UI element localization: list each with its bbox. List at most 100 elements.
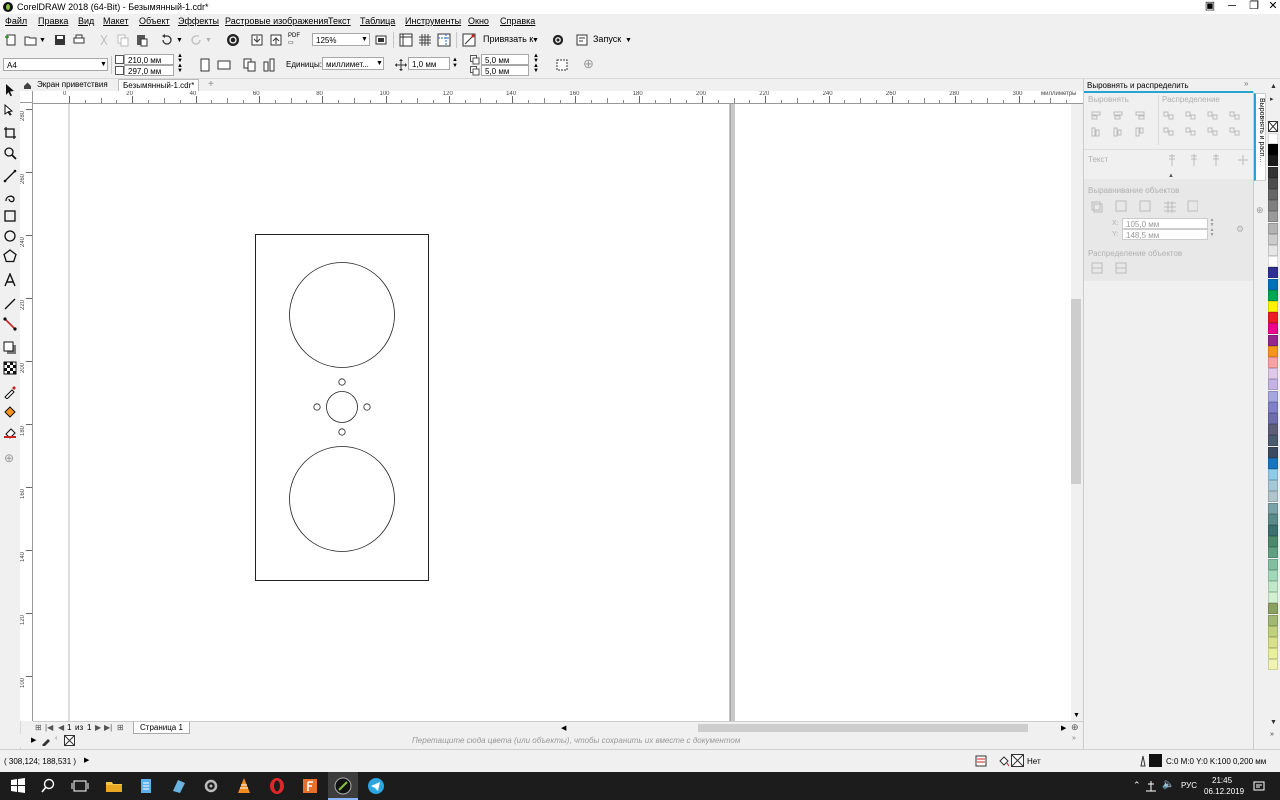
vertical-ruler[interactable]: 280 260 240 220 200 180 160 140 120 100 (20, 103, 33, 721)
current-page-icon[interactable] (262, 58, 276, 72)
palette-swatch[interactable] (1268, 525, 1278, 536)
show-guidelines-icon[interactable] (437, 33, 451, 47)
add-page-after-icon[interactable]: ⊞ (117, 723, 124, 732)
palette-swatch[interactable] (1268, 390, 1278, 402)
align-buttons[interactable] (1090, 109, 1150, 141)
align-to-buttons[interactable] (1090, 200, 1198, 214)
shape-tool-icon[interactable] (3, 103, 17, 117)
palette-swatch[interactable] (1268, 323, 1278, 335)
drop-shadow-tool-icon[interactable] (3, 341, 17, 355)
add-tool-icon[interactable]: ⊕ (4, 451, 14, 465)
menu-help[interactable]: Справка (500, 15, 535, 27)
redo-dropdown-icon[interactable]: ▼ (205, 37, 212, 44)
palette-menu-icon[interactable]: ▸ (1270, 95, 1274, 103)
color-proof-icon[interactable] (975, 755, 987, 767)
palette-swatch[interactable] (1268, 245, 1278, 256)
duplicate-spinner[interactable]: ▲ ▼ ▲ ▼ (530, 53, 542, 76)
tray-chevron-icon[interactable]: ⌃ (1133, 780, 1141, 791)
add-docker-icon[interactable]: ⊕ (1256, 205, 1264, 216)
palette-swatch[interactable] (1268, 469, 1278, 480)
page-size-dropdown-icon[interactable]: ▼ (100, 61, 107, 68)
task-view-icon[interactable] (71, 777, 89, 795)
print-icon[interactable] (72, 33, 86, 47)
fill-none-swatch[interactable] (1011, 754, 1024, 767)
add-page-before-icon[interactable]: ⊞ (35, 723, 42, 732)
palette-swatch[interactable] (1268, 379, 1278, 391)
paste-icon[interactable] (135, 33, 149, 47)
palette-swatch[interactable] (1268, 267, 1278, 279)
copy-icon[interactable] (116, 33, 130, 47)
menu-object[interactable]: Объект (139, 15, 170, 27)
app-icon-gears[interactable] (202, 777, 220, 795)
palette-swatch[interactable] (1268, 547, 1278, 559)
new-document-icon[interactable] (4, 33, 18, 47)
clock-time[interactable]: 21:45 (1212, 776, 1232, 785)
ellipse-tool-icon[interactable] (3, 229, 17, 243)
landscape-icon[interactable] (217, 58, 231, 72)
last-page-icon[interactable]: ▶| (104, 723, 112, 732)
palette-swatch[interactable] (1268, 513, 1278, 525)
import-icon[interactable] (250, 33, 264, 47)
page-width-field[interactable]: 210,0 мм (124, 54, 174, 65)
export-pdf-icon[interactable]: PDF ▭ (288, 33, 302, 47)
distribute-to-buttons[interactable] (1090, 262, 1130, 276)
palette-swatch[interactable] (1268, 424, 1278, 436)
telegram-icon[interactable] (367, 777, 385, 795)
palette-swatch[interactable] (1268, 256, 1278, 268)
palette-swatch[interactable] (1268, 558, 1278, 570)
ruler-origin[interactable] (20, 91, 33, 103)
file-explorer-icon[interactable] (105, 777, 123, 795)
fill-bucket-icon[interactable] (998, 754, 1010, 767)
page-size-select[interactable]: A4 (3, 58, 108, 71)
menu-bitmaps[interactable]: Растровые изображения (225, 15, 328, 27)
status-expand-icon[interactable]: ▶ (84, 756, 89, 764)
rectangle-tool-icon[interactable] (3, 209, 17, 223)
x-position-field[interactable]: 105,0 мм (1122, 218, 1208, 229)
launch-icon[interactable] (575, 33, 589, 47)
notification-icon[interactable] (1253, 780, 1265, 792)
palette-swatch[interactable] (1268, 401, 1278, 413)
all-pages-icon[interactable] (243, 58, 257, 72)
scroll-right-icon[interactable]: ▶ (1061, 724, 1066, 732)
palette-swatch[interactable] (1268, 603, 1278, 615)
artistic-media-tool-icon[interactable] (3, 189, 17, 203)
scroll-left-icon[interactable]: ◀ (561, 724, 566, 732)
units-select[interactable]: миллимет... (322, 57, 384, 70)
horizontal-scrollbar[interactable]: ◀ ▶ (561, 722, 1071, 734)
transparency-tool-icon[interactable] (3, 361, 17, 375)
current-page-number[interactable]: 1 (67, 723, 71, 732)
palette-scroll-down-icon[interactable]: ▼ (1270, 719, 1277, 726)
palette-swatch[interactable] (1268, 536, 1278, 548)
palette-swatch[interactable] (1268, 211, 1278, 223)
next-page-icon[interactable]: ▶ (95, 723, 101, 732)
page-frame-icon[interactable] (555, 58, 569, 72)
export-icon[interactable] (269, 33, 283, 47)
prev-page-icon[interactable]: ◀ (58, 723, 64, 732)
launch-label[interactable]: Запуск (593, 34, 621, 44)
no-color-swatch[interactable] (64, 735, 75, 746)
app-icon-blue[interactable] (170, 777, 188, 795)
undo-icon[interactable] (160, 33, 174, 47)
menu-layout[interactable]: Макет (103, 15, 128, 27)
nudge-spinner[interactable]: ▲ ▼ (450, 57, 460, 70)
palette-swatch[interactable] (1268, 625, 1278, 637)
palette-swatch[interactable] (1268, 502, 1278, 514)
full-screen-icon[interactable] (374, 33, 388, 47)
vertical-scroll-thumb[interactable] (1071, 299, 1081, 484)
menu-edit[interactable]: Правка (38, 15, 68, 27)
palette-expand-icon[interactable]: » (1270, 731, 1274, 738)
palette-swatch[interactable] (1268, 480, 1278, 492)
palette-swatch[interactable] (1268, 334, 1278, 346)
palette-swatch[interactable] (1268, 289, 1278, 301)
menu-text[interactable]: Текст (328, 15, 351, 27)
palette-swatch[interactable] (1268, 155, 1278, 167)
zoom-navigator-icon[interactable]: ⊕ (1071, 722, 1079, 733)
network-icon[interactable] (1145, 780, 1157, 792)
first-page-icon[interactable]: |◀ (45, 723, 53, 732)
palette-swatch[interactable] (1268, 592, 1278, 604)
docker-collapse-icon[interactable]: » (1244, 79, 1248, 88)
search-content-icon[interactable] (226, 33, 240, 47)
open-icon[interactable] (24, 33, 38, 47)
text-tool-icon[interactable] (3, 273, 17, 287)
eyedropper-tool-icon[interactable] (3, 385, 17, 399)
